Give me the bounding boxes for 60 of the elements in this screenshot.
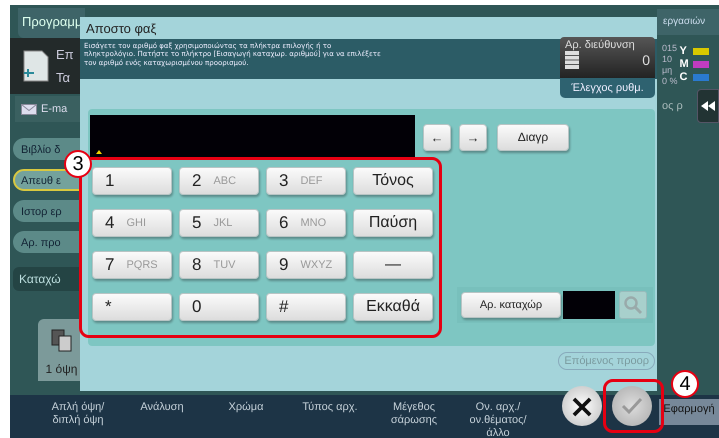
toner-label: Y [680,45,688,57]
keypad-key[interactable]: 2 ABC [179,167,259,195]
status-text: 0 % [662,76,678,87]
keypad-key[interactable]: 1 [92,167,172,195]
keypad-key[interactable]: 6 MNO [266,209,346,237]
list-icon [565,51,579,69]
delete-button[interactable]: Διαγρ [497,124,569,150]
job-list-tab[interactable]: εργασιών [657,9,719,35]
cursor-right-button[interactable]: → [459,124,487,150]
keypad-key[interactable]: 5 JKL [179,209,259,237]
cursor-icon [96,150,102,154]
search-icon [623,295,643,315]
keypad-key[interactable]: Τόνος [353,167,433,195]
status-text: 10 [662,54,674,65]
keypad-key[interactable]: 4 GHI [92,209,172,237]
keypad-key[interactable]: 3 DEF [266,167,346,195]
bottom-tab[interactable]: Μέγεθος σάρωσης [376,395,452,427]
keypad-key[interactable]: * [92,293,172,321]
side-menu-label: Ιστορ ερ [21,206,62,218]
collapse-button[interactable] [697,89,719,123]
envelope-icon [21,104,37,114]
pages-icon [50,328,74,352]
registered-number-button[interactable]: Αρ. καταχώρ [461,292,561,318]
toner-label: M [680,58,690,70]
toner-label: C [680,71,688,83]
keypad-key[interactable]: Παύση [353,209,433,237]
fax-number-display[interactable] [90,115,415,159]
bottom-tab[interactable]: Ανάλυση [124,395,200,414]
status-text: μη [662,65,674,76]
bottom-tab[interactable]: Χρώμα [208,395,284,414]
status-text: 015 [662,43,678,54]
side-menu-label: Απευθ ε [21,175,61,187]
apply-tab[interactable]: Εφαρμογή [659,399,719,425]
callout-frame [603,379,664,433]
address-count: 0 [642,52,650,68]
keypad-key[interactable]: 7 PQRS [92,251,172,279]
cursor-left-button[interactable]: ← [423,124,451,150]
document-icon [22,49,50,83]
registered-number-field[interactable] [563,291,615,319]
bottom-tab[interactable]: Τύπος αρχ. [292,395,368,414]
mode-title: Επ [56,47,74,62]
keypad-key[interactable]: — [353,251,433,279]
bottom-tab[interactable]: Απλή όψη/ διπλή όψη [40,395,116,427]
check-settings-button[interactable]: Έλεγχος ρυθμ. [560,78,655,98]
check-icon [621,397,643,415]
keypad-key[interactable]: # [266,293,346,321]
duplex-label: 1 όψη [46,362,78,376]
keypad-key[interactable]: Εκκαθά [353,293,433,321]
status-text: ος ρ [661,100,683,112]
keypad-key[interactable]: 9 WXYZ [266,251,346,279]
side-menu-label: Αρ. προ [21,237,61,249]
address-label: Αρ. διεύθυνση [565,39,636,51]
side-menu-label: Βιβλίο δ [21,144,60,156]
double-arrow-left-icon [701,101,715,111]
mode-subtitle: Τα [56,70,72,85]
bottom-tab[interactable]: Ον. αρχ./ ον.θέματος/ άλλο [460,395,536,438]
email-label: E-ma [41,103,68,115]
dialog-title: Αποστο φαξ [85,20,158,38]
keypad-key[interactable]: 8 TUV [179,251,259,279]
keypad-key[interactable]: 0 [179,293,259,321]
